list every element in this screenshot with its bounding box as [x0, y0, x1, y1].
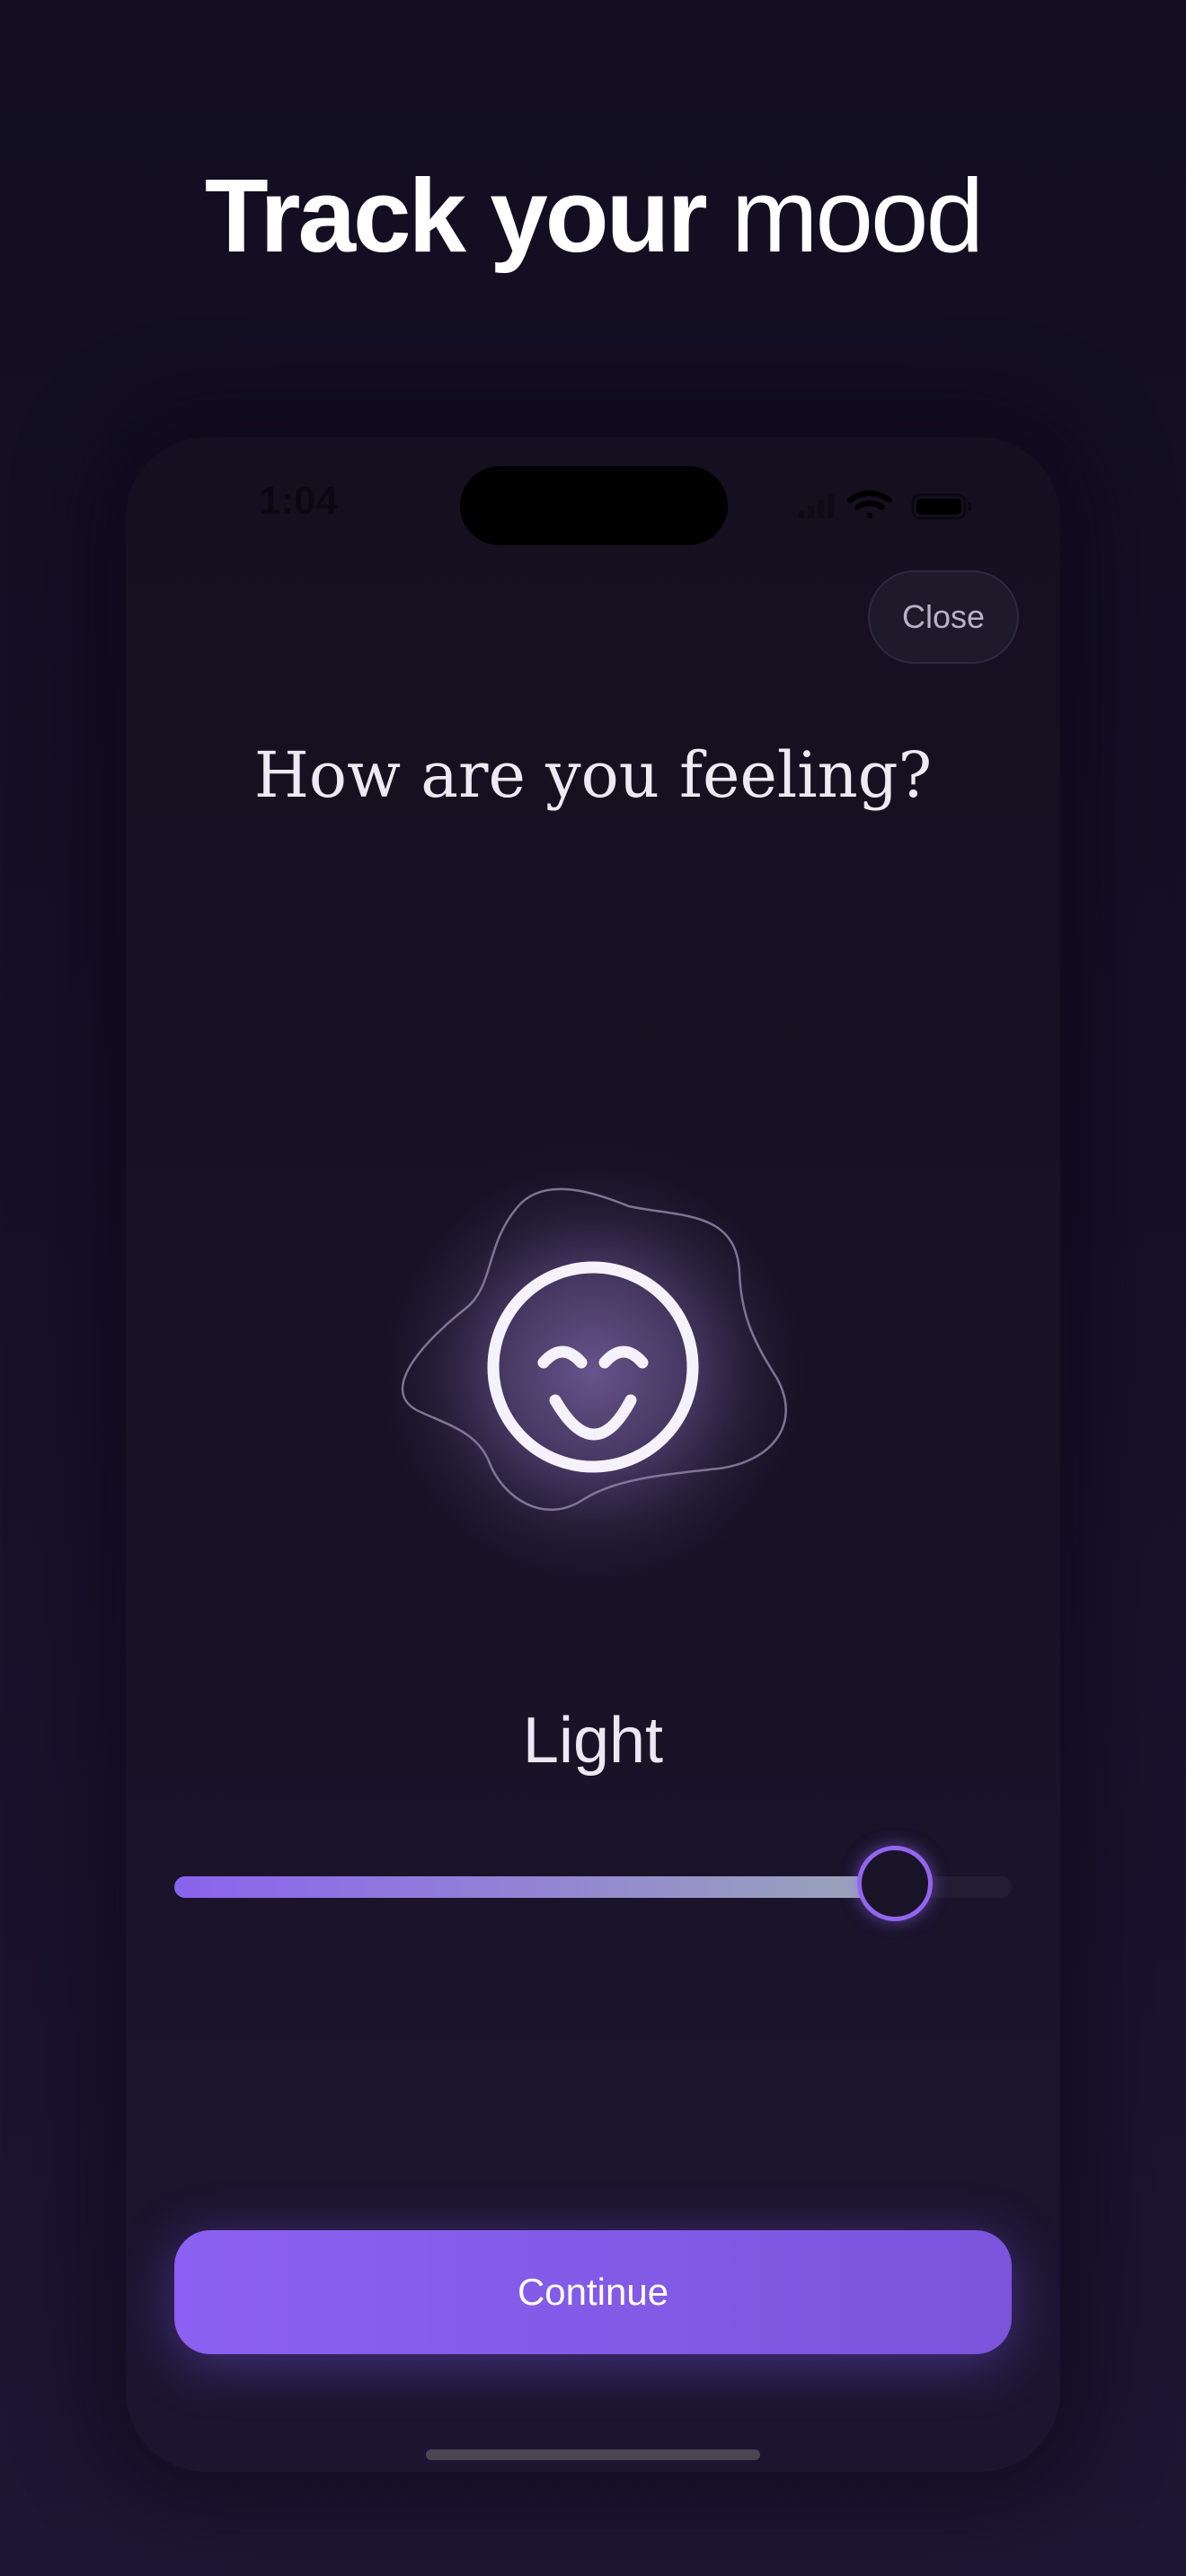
- headline-strong: Track your: [204, 157, 708, 274]
- phone-frame: 1:04 Close How are you feeling? Light Co…: [126, 437, 1060, 2472]
- close-button[interactable]: Close: [868, 570, 1019, 664]
- question-title: How are you feeling?: [253, 738, 933, 812]
- mood-glow: [364, 1142, 822, 1601]
- wifi-icon: [847, 490, 892, 518]
- slider-thumb[interactable]: [857, 1846, 933, 1921]
- mood-visual: [364, 1142, 822, 1601]
- status-time: 1:04: [259, 479, 339, 523]
- mood-label: Light: [522, 1705, 664, 1777]
- home-indicator: [426, 2449, 760, 2460]
- continue-button[interactable]: Continue: [174, 2230, 1012, 2354]
- mood-slider[interactable]: [174, 1840, 1012, 1930]
- slider-fill: [174, 1876, 895, 1898]
- headline-light: mood: [730, 157, 984, 274]
- signal-icon: [798, 493, 834, 518]
- status-icons: [798, 490, 971, 520]
- dynamic-island: [460, 466, 728, 545]
- marketing-headline: Track your mood: [0, 153, 1186, 278]
- battery-icon: [911, 493, 971, 520]
